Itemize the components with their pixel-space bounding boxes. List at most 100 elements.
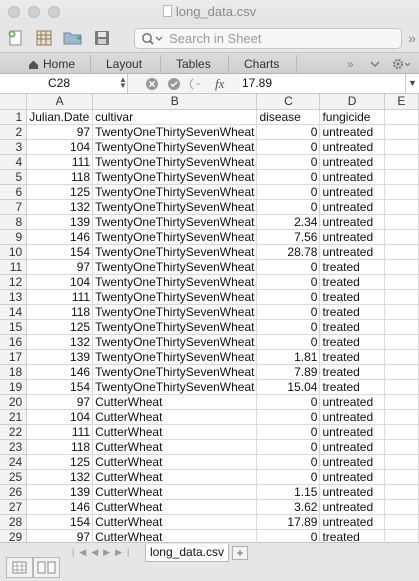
row-header[interactable]: 24 <box>0 454 28 470</box>
cell-c[interactable]: 0 <box>256 304 321 320</box>
cell-e[interactable] <box>384 154 419 170</box>
settings-button[interactable] <box>392 56 412 72</box>
cell-d[interactable]: untreated <box>319 214 385 230</box>
cell-e[interactable] <box>384 259 419 275</box>
tab-layout[interactable]: Layout <box>106 56 142 72</box>
cancel-entry-icon[interactable] <box>145 77 159 91</box>
cell-c[interactable]: 0 <box>256 154 321 170</box>
cell-a[interactable]: 111 <box>26 424 94 440</box>
cell-a[interactable]: 104 <box>26 274 94 290</box>
cell-e[interactable] <box>384 394 419 410</box>
cell-c[interactable]: 0 <box>256 289 321 305</box>
cell-c[interactable]: 28.78 <box>256 244 321 260</box>
cell-d[interactable]: untreated <box>319 514 385 530</box>
cell-d[interactable]: untreated <box>319 469 385 485</box>
name-box-stepper-icon[interactable]: ▲ ▼ <box>119 76 127 90</box>
cell-d[interactable]: treated <box>319 379 385 395</box>
cell-c[interactable]: 1.81 <box>256 349 321 365</box>
cell-e[interactable] <box>384 364 419 380</box>
cell-d[interactable]: untreated <box>319 439 385 455</box>
cell-e[interactable] <box>384 199 419 215</box>
select-all-corner[interactable] <box>0 94 28 110</box>
cell-c[interactable]: 0 <box>256 259 321 275</box>
cell-c[interactable]: 7.56 <box>256 229 321 245</box>
cell-a[interactable]: 154 <box>26 514 94 530</box>
cell-d[interactable]: treated <box>319 364 385 380</box>
row-header[interactable]: 15 <box>0 319 28 335</box>
cell-b[interactable]: TwentyOneThirtySevenWheat <box>92 124 258 140</box>
row-header[interactable]: 21 <box>0 409 28 425</box>
cell-b[interactable]: TwentyOneThirtySevenWheat <box>92 214 258 230</box>
cell-e[interactable] <box>384 409 419 425</box>
cell-b[interactable]: TwentyOneThirtySevenWheat <box>92 379 258 395</box>
cell-d[interactable]: untreated <box>319 184 385 200</box>
open-button[interactable] <box>62 27 84 49</box>
cell-b[interactable]: TwentyOneThirtySevenWheat <box>92 334 258 350</box>
cell-a[interactable]: 154 <box>26 244 94 260</box>
cell-d[interactable]: untreated <box>319 499 385 515</box>
cell-c[interactable]: 0 <box>256 169 321 185</box>
row-header[interactable]: 9 <box>0 229 28 245</box>
normal-view-button[interactable] <box>6 557 33 578</box>
row-header[interactable]: 25 <box>0 469 28 485</box>
cell-e[interactable] <box>384 139 419 155</box>
row-header[interactable]: 29 <box>0 529 28 542</box>
row-header[interactable]: 11 <box>0 259 28 275</box>
cell-a[interactable]: 97 <box>26 529 94 542</box>
cell-a[interactable]: 97 <box>26 394 94 410</box>
cell-d[interactable]: untreated <box>319 424 385 440</box>
cell-e[interactable] <box>384 454 419 470</box>
cell-a[interactable]: 132 <box>26 199 94 215</box>
cell-a[interactable]: Julian.Date <box>26 109 94 125</box>
row-header[interactable]: 28 <box>0 514 28 530</box>
cell-b[interactable]: CutterWheat <box>92 529 258 542</box>
cell-b[interactable]: TwentyOneThirtySevenWheat <box>92 184 258 200</box>
cell-c[interactable]: 15.04 <box>256 379 321 395</box>
cell-c[interactable]: 3.62 <box>256 499 321 515</box>
toolbar-overflow-button[interactable]: » <box>405 27 419 49</box>
tab-charts[interactable]: Charts <box>244 56 279 72</box>
cell-b[interactable]: CutterWheat <box>92 424 258 440</box>
cell-c[interactable]: 0 <box>256 124 321 140</box>
fx-label[interactable]: fx <box>215 76 224 92</box>
cell-c[interactable]: 17.89 <box>256 514 321 530</box>
tab-tables[interactable]: Tables <box>176 56 211 72</box>
cell-d[interactable]: treated <box>319 349 385 365</box>
cell-e[interactable] <box>384 214 419 230</box>
row-header[interactable]: 23 <box>0 439 28 455</box>
cell-e[interactable] <box>384 109 419 125</box>
cell-c[interactable]: 1.15 <box>256 484 321 500</box>
cell-b[interactable]: TwentyOneThirtySevenWheat <box>92 304 258 320</box>
cell-c[interactable]: 0 <box>256 469 321 485</box>
row-header[interactable]: 1 <box>0 109 28 125</box>
cell-c[interactable]: 0 <box>256 409 321 425</box>
cell-d[interactable]: untreated <box>319 124 385 140</box>
row-header[interactable]: 22 <box>0 424 28 440</box>
cell-b[interactable]: CutterWheat <box>92 514 258 530</box>
cell-e[interactable] <box>384 319 419 335</box>
row-header[interactable]: 19 <box>0 379 28 395</box>
formula-input[interactable]: 17.89 <box>240 74 405 93</box>
cell-b[interactable]: TwentyOneThirtySevenWheat <box>92 154 258 170</box>
column-header-b[interactable]: B <box>92 94 258 110</box>
cell-c[interactable]: 0 <box>256 454 321 470</box>
cell-b[interactable]: TwentyOneThirtySevenWheat <box>92 274 258 290</box>
insert-function-icon[interactable] <box>190 77 206 91</box>
cell-b[interactable]: CutterWheat <box>92 469 258 485</box>
cell-b[interactable]: TwentyOneThirtySevenWheat <box>92 364 258 380</box>
cell-e[interactable] <box>384 499 419 515</box>
cell-a[interactable]: 104 <box>26 409 94 425</box>
cell-d[interactable]: treated <box>319 259 385 275</box>
cell-a[interactable]: 146 <box>26 364 94 380</box>
row-header[interactable]: 10 <box>0 244 28 260</box>
formula-expand-button[interactable]: ▼ <box>405 74 419 93</box>
cell-d[interactable]: treated <box>319 304 385 320</box>
cell-a[interactable]: 118 <box>26 169 94 185</box>
cell-b[interactable]: TwentyOneThirtySevenWheat <box>92 349 258 365</box>
cell-d[interactable]: untreated <box>319 244 385 260</box>
cell-b[interactable]: CutterWheat <box>92 394 258 410</box>
cell-b[interactable]: TwentyOneThirtySevenWheat <box>92 229 258 245</box>
cell-d[interactable]: treated <box>319 319 385 335</box>
name-box[interactable]: C28 <box>0 74 128 93</box>
cell-c[interactable]: 0 <box>256 184 321 200</box>
